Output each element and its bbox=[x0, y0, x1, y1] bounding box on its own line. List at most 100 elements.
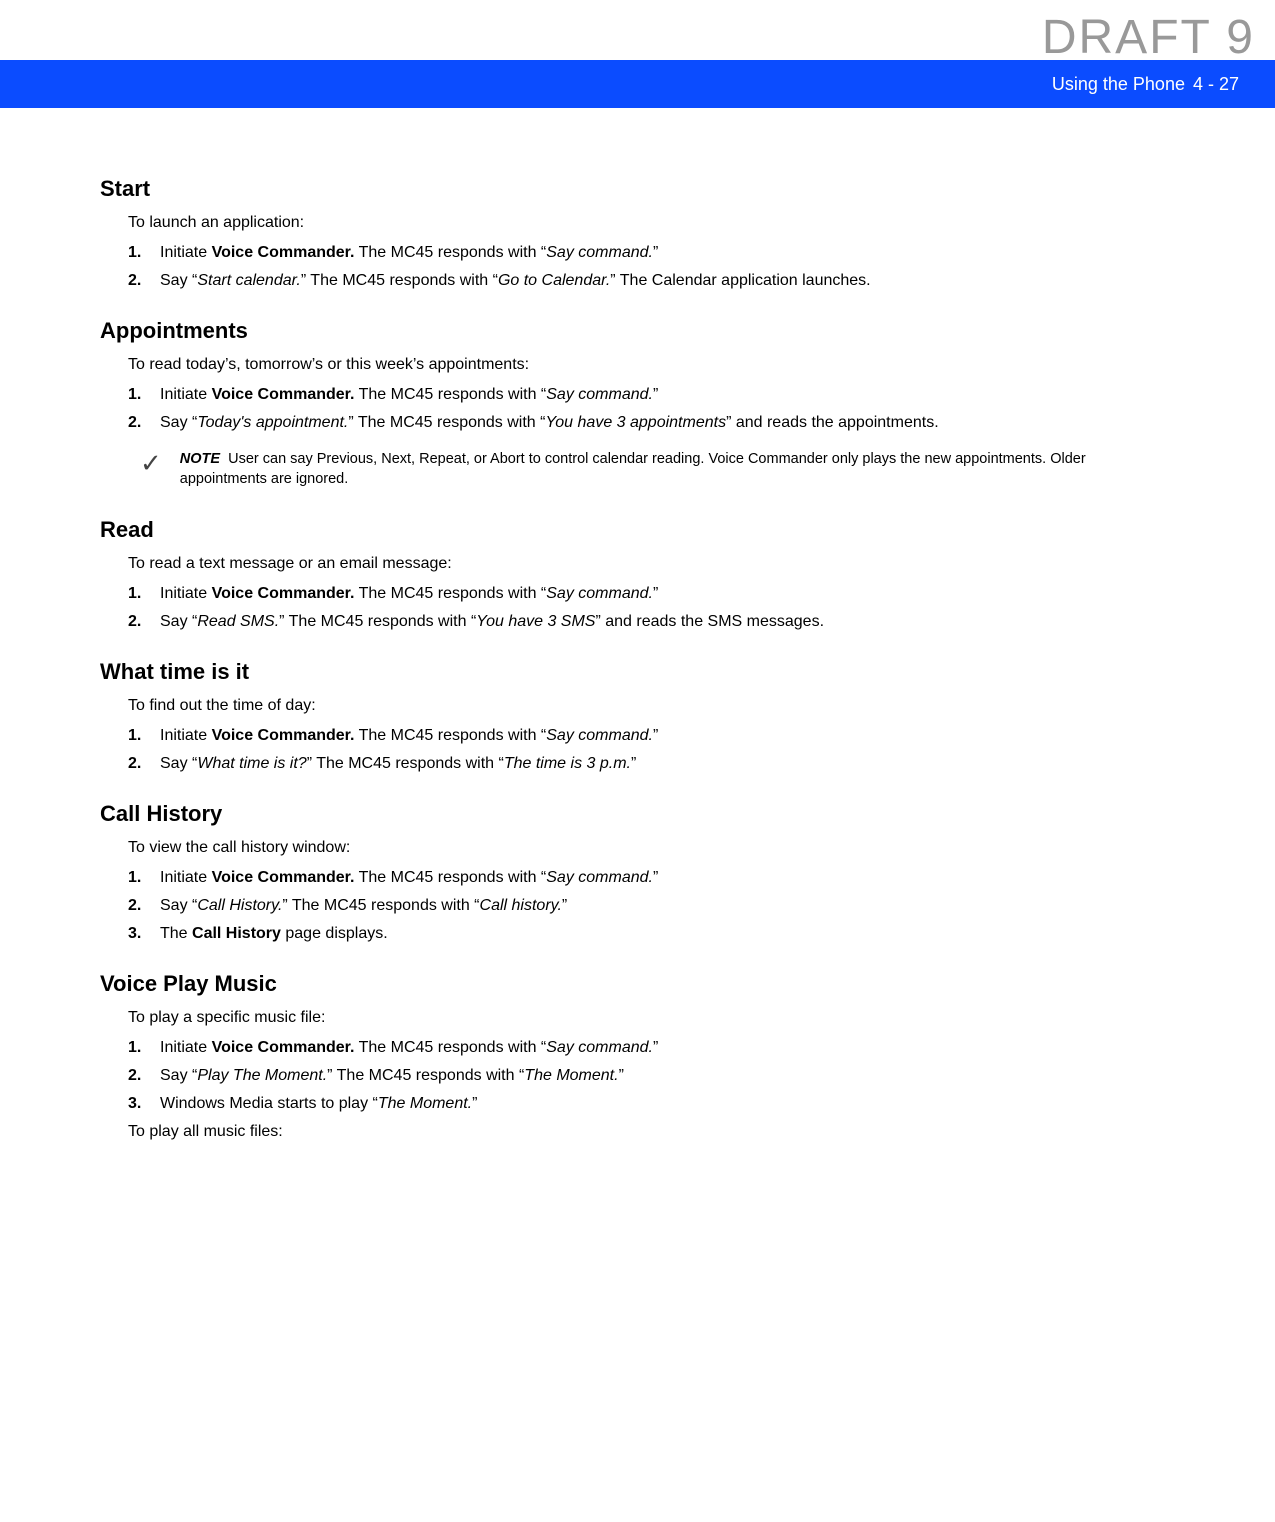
step-list: 1.Initiate Voice Commander. The MC45 res… bbox=[128, 869, 1175, 943]
italic-text: The Moment. bbox=[378, 1095, 472, 1112]
italic-text: You have 3 SMS bbox=[476, 613, 595, 630]
step-body: Windows Media starts to play “The Moment… bbox=[160, 1095, 1175, 1113]
section-intro: To view the call history window: bbox=[128, 839, 1175, 857]
section-intro: To find out the time of day: bbox=[128, 697, 1175, 715]
step-number: 2. bbox=[128, 414, 160, 432]
step-number: 1. bbox=[128, 869, 160, 887]
step-number: 2. bbox=[128, 272, 160, 290]
text-run: ” bbox=[653, 386, 658, 403]
text-run: ” and reads the SMS messages. bbox=[595, 613, 824, 630]
step-number: 3. bbox=[128, 925, 160, 943]
italic-text: Go to Calendar. bbox=[498, 272, 610, 289]
text-run: Initiate bbox=[160, 386, 212, 403]
header-title: Using the Phone bbox=[1052, 74, 1185, 95]
step-number: 1. bbox=[128, 244, 160, 262]
text-run: Initiate bbox=[160, 727, 212, 744]
italic-text: What time is it? bbox=[197, 755, 306, 772]
section-intro: To launch an application: bbox=[128, 214, 1175, 232]
step-body: The Call History page displays. bbox=[160, 925, 1175, 943]
step-number: 3. bbox=[128, 1095, 160, 1113]
text-run: Say “ bbox=[160, 1067, 197, 1084]
text-run: ” bbox=[619, 1067, 624, 1084]
checkmark-icon: ✓ bbox=[140, 448, 162, 479]
text-run: ” The MC45 responds with “ bbox=[282, 897, 479, 914]
italic-text: Say command. bbox=[546, 244, 653, 261]
note-text: NOTE User can say Previous, Next, Repeat… bbox=[180, 450, 1175, 489]
note-box: ✓ NOTE User can say Previous, Next, Repea… bbox=[140, 450, 1175, 489]
section-intro: To play a specific music file: bbox=[128, 1009, 1175, 1027]
text-run: ” The Calendar application launches. bbox=[610, 272, 870, 289]
step-body: Say “Play The Moment.” The MC45 responds… bbox=[160, 1067, 1175, 1085]
list-item: 3.The Call History page displays. bbox=[128, 925, 1175, 943]
note-label: NOTE bbox=[180, 451, 220, 467]
step-body: Initiate Voice Commander. The MC45 respo… bbox=[160, 386, 1175, 404]
page-header-bar: Using the Phone 4 - 27 bbox=[0, 60, 1275, 108]
list-item: 3.Windows Media starts to play “The Mome… bbox=[128, 1095, 1175, 1113]
italic-text: Call History. bbox=[197, 897, 282, 914]
text-run: The MC45 responds with “ bbox=[354, 727, 546, 744]
step-body: Initiate Voice Commander. The MC45 respo… bbox=[160, 244, 1175, 262]
watermark-text: DRAFT 9 bbox=[1042, 10, 1255, 65]
section-heading: Appointments bbox=[100, 318, 1175, 344]
step-body: Say “Read SMS.” The MC45 responds with “… bbox=[160, 613, 1175, 631]
italic-text: Say command. bbox=[546, 1039, 653, 1056]
bold-text: Voice Commander. bbox=[212, 244, 355, 261]
text-run: Initiate bbox=[160, 585, 212, 602]
bold-text: Voice Commander. bbox=[212, 869, 355, 886]
text-run: The MC45 responds with “ bbox=[354, 869, 546, 886]
list-item: 2.Say “Play The Moment.” The MC45 respon… bbox=[128, 1067, 1175, 1085]
text-run: Say “ bbox=[160, 272, 197, 289]
page-content: StartTo launch an application:1.Initiate… bbox=[0, 108, 1275, 1193]
italic-text: The time is 3 p.m. bbox=[504, 755, 631, 772]
text-run: ” The MC45 responds with “ bbox=[279, 613, 476, 630]
italic-text: Today's appointment. bbox=[197, 414, 348, 431]
list-item: 1.Initiate Voice Commander. The MC45 res… bbox=[128, 1039, 1175, 1057]
text-run: ” The MC45 responds with “ bbox=[348, 414, 545, 431]
bold-text: Voice Commander. bbox=[212, 585, 355, 602]
italic-text: Read SMS. bbox=[197, 613, 279, 630]
list-item: 2.Say “What time is it?” The MC45 respon… bbox=[128, 755, 1175, 773]
text-run: page displays. bbox=[281, 925, 388, 942]
text-run: Say “ bbox=[160, 613, 197, 630]
list-item: 1.Initiate Voice Commander. The MC45 res… bbox=[128, 869, 1175, 887]
section-intro: To read a text message or an email messa… bbox=[128, 555, 1175, 573]
text-run: ” bbox=[472, 1095, 477, 1112]
step-list: 1.Initiate Voice Commander. The MC45 res… bbox=[128, 585, 1175, 631]
section-heading: What time is it bbox=[100, 659, 1175, 685]
note-body: User can say Previous, Next, Repeat, or … bbox=[180, 451, 1086, 487]
italic-text: You have 3 appointments bbox=[545, 414, 726, 431]
text-run: Windows Media starts to play “ bbox=[160, 1095, 378, 1112]
step-number: 1. bbox=[128, 727, 160, 745]
list-item: 1.Initiate Voice Commander. The MC45 res… bbox=[128, 386, 1175, 404]
text-run: Initiate bbox=[160, 869, 212, 886]
list-item: 1.Initiate Voice Commander. The MC45 res… bbox=[128, 244, 1175, 262]
text-run: The MC45 responds with “ bbox=[354, 585, 546, 602]
text-run: Say “ bbox=[160, 897, 197, 914]
step-body: Say “Start calendar.” The MC45 responds … bbox=[160, 272, 1175, 290]
section-intro: To read today’s, tomorrow’s or this week… bbox=[128, 356, 1175, 374]
step-number: 2. bbox=[128, 897, 160, 915]
italic-text: Say command. bbox=[546, 869, 653, 886]
italic-text: Say command. bbox=[546, 585, 653, 602]
bold-text: Voice Commander. bbox=[212, 727, 355, 744]
step-body: Initiate Voice Commander. The MC45 respo… bbox=[160, 585, 1175, 603]
list-item: 2.Say “Read SMS.” The MC45 responds with… bbox=[128, 613, 1175, 631]
bold-text: Voice Commander. bbox=[212, 1039, 355, 1056]
header-page-number: 4 - 27 bbox=[1193, 74, 1239, 95]
text-run: Initiate bbox=[160, 1039, 212, 1056]
step-list: 1.Initiate Voice Commander. The MC45 res… bbox=[128, 244, 1175, 290]
step-body: Say “Call History.” The MC45 responds wi… bbox=[160, 897, 1175, 915]
step-list: 1.Initiate Voice Commander. The MC45 res… bbox=[128, 1039, 1175, 1113]
text-run: Say “ bbox=[160, 414, 197, 431]
text-run: Initiate bbox=[160, 244, 212, 261]
text-run: ” bbox=[653, 727, 658, 744]
step-number: 2. bbox=[128, 1067, 160, 1085]
italic-text: Say command. bbox=[546, 727, 653, 744]
text-run: ” The MC45 responds with “ bbox=[301, 272, 498, 289]
italic-text: The Moment. bbox=[524, 1067, 618, 1084]
text-run: Say “ bbox=[160, 755, 197, 772]
step-number: 2. bbox=[128, 755, 160, 773]
section-heading: Voice Play Music bbox=[100, 971, 1175, 997]
text-run: ” bbox=[653, 869, 658, 886]
text-run: The MC45 responds with “ bbox=[354, 1039, 546, 1056]
